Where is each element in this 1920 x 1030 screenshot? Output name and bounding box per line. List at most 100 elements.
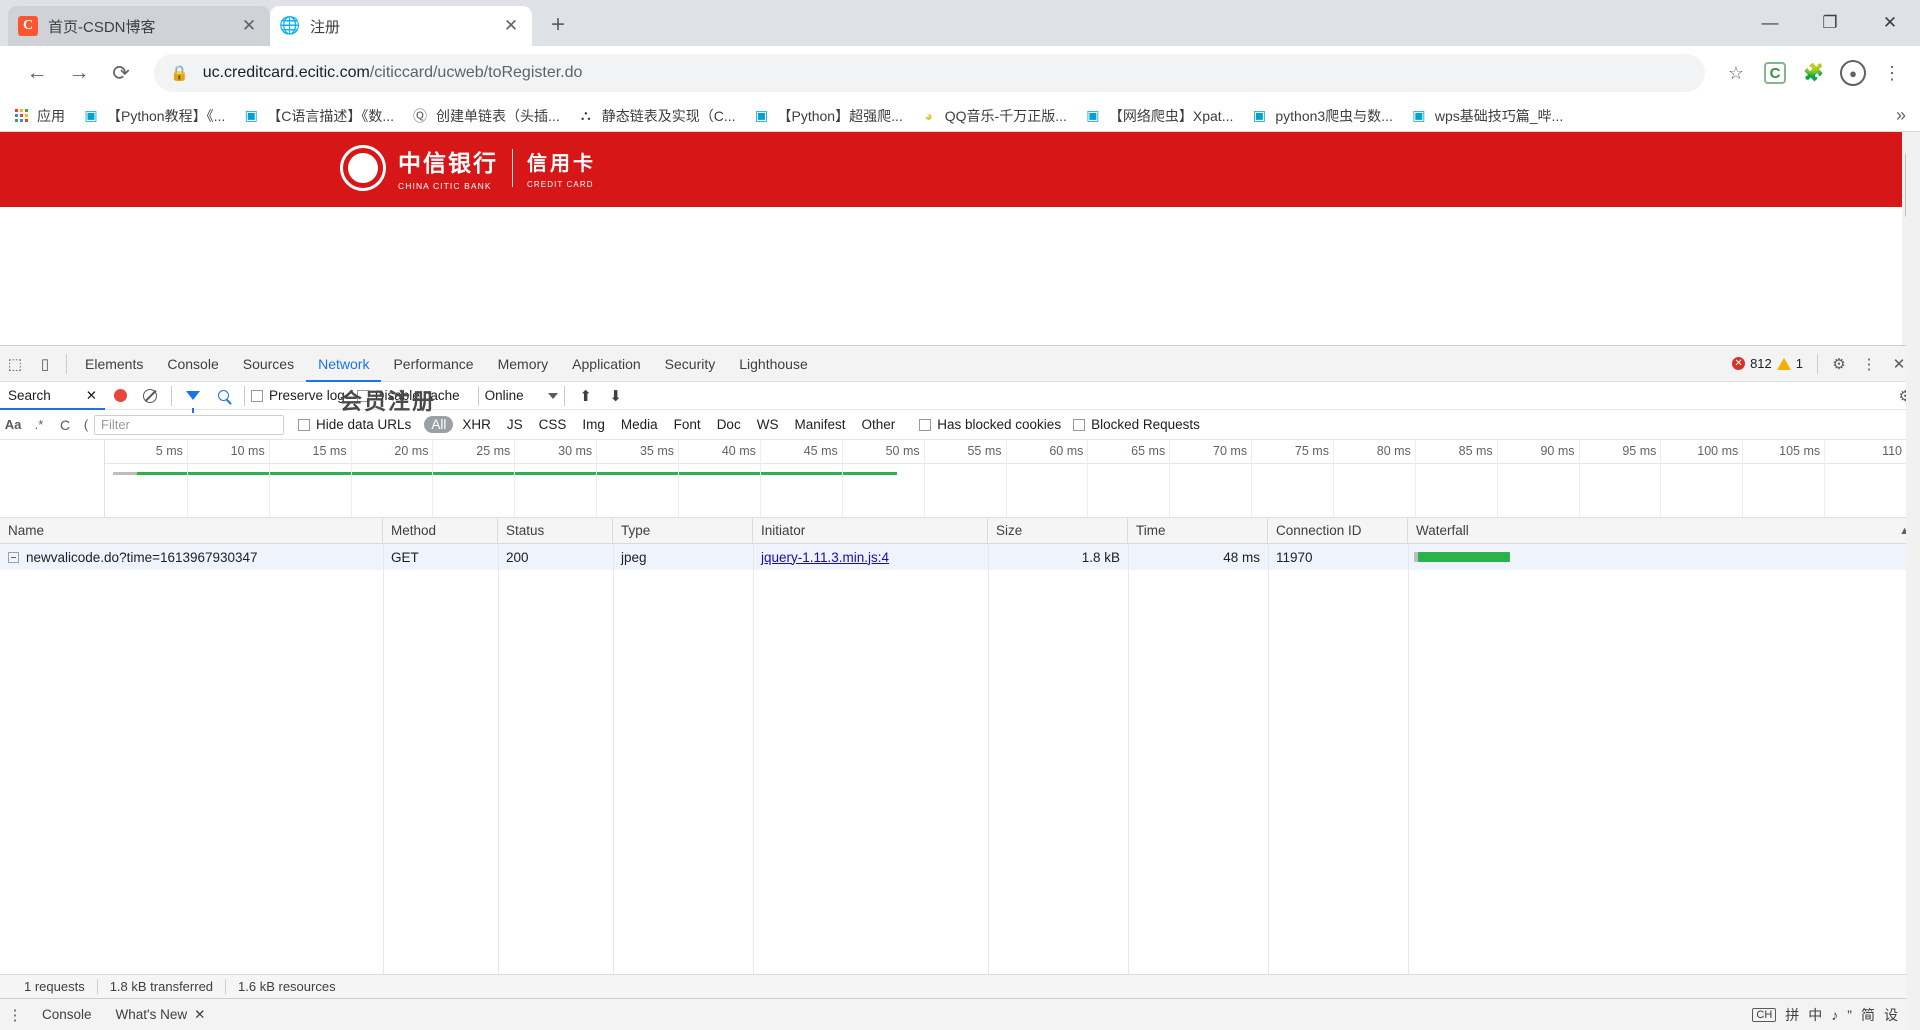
throttling-dropdown[interactable]: Online — [485, 388, 558, 403]
bookmark-item-4[interactable]: ⛬ 静态链表及实现（C... — [577, 106, 736, 126]
profile-avatar-icon[interactable]: ● — [1835, 55, 1871, 91]
issues-badge[interactable]: ✕ 812 1 — [1724, 355, 1811, 372]
bookmark-item-apps[interactable]: 应用 — [12, 106, 65, 126]
devtools-tab-network[interactable]: Network — [306, 346, 381, 382]
column-header-initiator[interactable]: Initiator — [753, 517, 988, 544]
maximize-icon[interactable]: ❐ — [1800, 0, 1860, 46]
ime-comma-icon[interactable]: ” — [1847, 1007, 1852, 1023]
column-header-status[interactable]: Status — [498, 517, 613, 544]
export-har-icon[interactable]: ⬇ — [601, 381, 631, 411]
ime-chinese-icon[interactable]: 中 — [1808, 1005, 1822, 1025]
type-filter-manifest[interactable]: Manifest — [787, 416, 852, 433]
browser-tab-1[interactable]: 🌐 注册 ✕ — [270, 6, 532, 46]
search-pane-close-icon[interactable]: ✕ — [86, 388, 97, 404]
ime-punct-icon[interactable]: ♪ — [1831, 1007, 1838, 1023]
cell-name[interactable]: newvalicode.do?time=1613967930347 — [0, 544, 383, 570]
ime-lang-indicator[interactable]: CH — [1752, 1007, 1777, 1022]
refresh-search-icon[interactable]: C — [52, 410, 78, 440]
column-header-time[interactable]: Time — [1128, 517, 1268, 544]
filter-button-icon[interactable] — [178, 381, 208, 413]
type-filter-media[interactable]: Media — [614, 416, 665, 433]
bookmark-item-5[interactable]: ▣ 【Python】超强爬... — [753, 106, 903, 126]
drawer-tab-console[interactable]: Console — [30, 1007, 104, 1022]
has-blocked-cookies-checkbox[interactable]: Has blocked cookies — [919, 417, 1061, 432]
devtools-tab-sources[interactable]: Sources — [231, 346, 306, 382]
column-header-waterfall[interactable]: Waterfall ▲ — [1408, 518, 1920, 544]
devtools-tab-console[interactable]: Console — [155, 346, 230, 382]
cell-initiator[interactable]: jquery-1.11.3.min.js:4 — [753, 544, 988, 570]
window-scrollbar[interactable] — [1906, 132, 1920, 1030]
match-case-icon[interactable]: Aa — [0, 410, 26, 440]
bookmarks-overflow-icon[interactable]: » — [1896, 105, 1906, 126]
devtools-tab-lighthouse[interactable]: Lighthouse — [727, 346, 820, 382]
preserve-log-checkbox[interactable]: Preserve log — [251, 388, 345, 403]
table-row[interactable]: newvalicode.do?time=1613967930347 GET 20… — [0, 544, 1920, 570]
column-header-size[interactable]: Size — [988, 517, 1128, 544]
devtools-tab-security[interactable]: Security — [653, 346, 728, 382]
device-toolbar-icon[interactable]: ▯ — [30, 349, 60, 379]
bookmark-item-7[interactable]: ▣ 【网络爬虫】Xpat... — [1084, 106, 1233, 126]
column-header-name[interactable]: Name — [0, 517, 383, 544]
filter-input[interactable]: Filter — [94, 414, 284, 435]
type-filter-js[interactable]: JS — [500, 416, 530, 433]
gear-icon[interactable]: ⚙ — [1824, 349, 1854, 379]
inspect-element-icon[interactable]: ⬚ — [0, 349, 30, 379]
devtools-tab-application[interactable]: Application — [560, 346, 653, 382]
chrome-menu-icon[interactable]: ⋮ — [1874, 55, 1910, 91]
back-icon[interactable]: ← — [18, 54, 56, 92]
bookmark-item-3[interactable]: Ⓠ 创建单链表（头插... — [411, 106, 560, 126]
record-button-icon[interactable] — [105, 381, 135, 411]
overview-timeline[interactable]: 5 ms 10 ms 15 ms 20 ms 25 ms 30 ms 35 ms 40 ms 4… — [105, 440, 1920, 517]
type-filter-doc[interactable]: Doc — [710, 416, 748, 433]
browser-tab-0[interactable]: C 首页-CSDN博客 ✕ — [8, 6, 270, 46]
kebab-icon[interactable]: ⋮ — [1854, 349, 1884, 379]
column-header-type[interactable]: Type — [613, 517, 753, 544]
devtools-tab-elements[interactable]: Elements — [73, 346, 155, 382]
devtools-tab-performance[interactable]: Performance — [381, 346, 485, 382]
type-filter-ws[interactable]: WS — [750, 416, 786, 433]
import-har-icon[interactable]: ⬆ — [571, 381, 601, 411]
drawer-tab-close-icon[interactable]: ✕ — [194, 1007, 205, 1023]
tab-close-icon[interactable]: ✕ — [238, 15, 260, 37]
cell-waterfall[interactable] — [1408, 544, 1920, 570]
column-header-method[interactable]: Method — [383, 517, 498, 544]
initiator-link[interactable]: jquery-1.11.3.min.js:4 — [761, 550, 889, 565]
bookmark-item-9[interactable]: ▣ wps基础技巧篇_哔... — [1410, 106, 1563, 126]
ime-simplified-icon[interactable]: 简 — [1861, 1005, 1875, 1025]
regex-icon[interactable]: .* — [26, 410, 52, 440]
network-request-list[interactable]: newvalicode.do?time=1613967930347 GET 20… — [0, 544, 1920, 974]
ime-pinyin-icon[interactable]: 拼 — [1785, 1005, 1799, 1025]
close-window-icon[interactable]: ✕ — [1860, 0, 1920, 46]
type-filter-css[interactable]: CSS — [532, 416, 574, 433]
network-overview[interactable]: 5 ms 10 ms 15 ms 20 ms 25 ms 30 ms 35 ms 40 ms 4… — [0, 440, 1920, 518]
type-filter-all[interactable]: All — [424, 416, 454, 433]
bookmark-item-8[interactable]: ▣ python3爬虫与数... — [1250, 106, 1393, 126]
clear-button-icon[interactable] — [135, 381, 165, 411]
drawer-tab-whats-new[interactable]: What's New ✕ — [104, 1007, 218, 1023]
search-prev-icon[interactable]: ( — [78, 410, 94, 440]
minimize-icon[interactable]: — — [1740, 0, 1800, 46]
bookmark-item-2[interactable]: ▣ 【C语言描述】《数... — [242, 106, 394, 126]
address-bar[interactable]: 🔒 uc.creditcard.ecitic.com/citiccard/ucw… — [154, 54, 1705, 92]
devtools-tab-memory[interactable]: Memory — [486, 346, 561, 382]
tab-close-icon[interactable]: ✕ — [500, 15, 522, 37]
bookmark-item-6[interactable]: ◕ QQ音乐-千万正版... — [920, 106, 1067, 126]
hide-data-urls-checkbox[interactable]: Hide data URLs — [298, 417, 411, 432]
bookmark-item-1[interactable]: ▣ 【Python教程】《... — [82, 106, 225, 126]
new-tab-button[interactable]: + — [540, 7, 576, 43]
type-filter-font[interactable]: Font — [667, 416, 708, 433]
extension-green-icon[interactable]: C — [1757, 55, 1793, 91]
drawer-menu-icon[interactable]: ⋮ — [0, 1006, 30, 1024]
search-pane-header[interactable]: Search ✕ — [0, 382, 105, 410]
type-filter-img[interactable]: Img — [575, 416, 612, 433]
bookmark-star-icon[interactable]: ☆ — [1718, 55, 1754, 91]
type-filter-xhr[interactable]: XHR — [455, 416, 498, 433]
ime-settings-icon[interactable]: 设 — [1884, 1005, 1898, 1025]
extensions-puzzle-icon[interactable]: 🧩 — [1796, 55, 1832, 91]
search-button-icon[interactable] — [208, 381, 238, 411]
blocked-requests-checkbox[interactable]: Blocked Requests — [1073, 417, 1200, 432]
column-header-connection-id[interactable]: Connection ID — [1268, 517, 1408, 544]
forward-icon[interactable]: → — [60, 54, 98, 92]
type-filter-other[interactable]: Other — [854, 416, 902, 433]
reload-icon[interactable]: ⟳ — [102, 54, 140, 92]
